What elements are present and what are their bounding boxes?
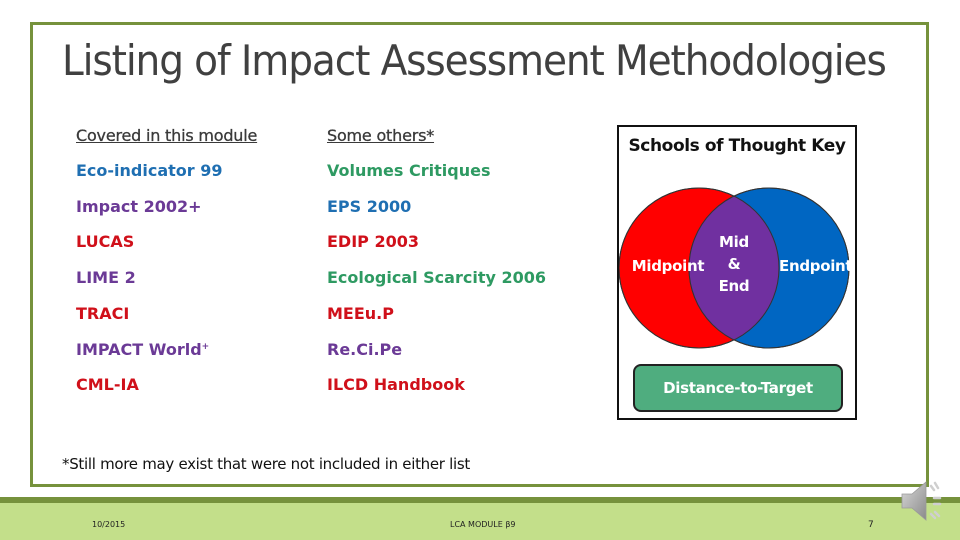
midpoint-label: Midpoint <box>631 257 705 275</box>
slide-title: Listing of Impact Assessment Methodologi… <box>62 36 887 85</box>
method-superscript: + <box>201 341 210 352</box>
overlap-line2: & <box>727 255 741 273</box>
method-item: Eco-indicator 99 <box>76 161 223 180</box>
method-item: MEEu.P <box>327 304 394 323</box>
method-label: EPS 2000 <box>327 196 412 216</box>
method-item: ILCD Handbook <box>327 375 465 394</box>
method-label: EDIP 2003 <box>327 232 419 252</box>
method-label: Impact 2002+ <box>76 196 202 216</box>
method-item: EPS 2000 <box>327 197 411 216</box>
method-item: Re.Ci.Pe <box>327 340 402 359</box>
method-item: Volumes Critiques <box>327 161 490 180</box>
distance-to-target-box: Distance-to-Target <box>633 364 843 412</box>
method-item: CML-IA <box>76 375 139 394</box>
endpoint-label: Endpoint <box>779 257 853 275</box>
method-item: EDIP 2003 <box>327 232 419 251</box>
method-label: Re.Ci.Pe <box>327 339 403 359</box>
method-item: LUCAS <box>76 232 134 251</box>
method-item: TRACI <box>76 304 129 323</box>
method-label: ILCD Handbook <box>327 375 465 395</box>
footer-band: 10/2015 LCA MODULE β9 7 <box>0 503 960 540</box>
method-label: MEEu.P <box>327 303 394 323</box>
overlap-label: Mid & End <box>714 231 754 297</box>
method-label: LUCAS <box>76 232 135 252</box>
speaker-icon[interactable] <box>898 476 950 528</box>
method-label: Ecological Scarcity 2006 <box>327 268 546 288</box>
method-label: Eco-indicator 99 <box>76 161 223 180</box>
method-label: LIME 2 <box>76 268 136 288</box>
page-number: 7 <box>868 520 874 530</box>
method-item: IMPACT World+ <box>76 340 209 359</box>
schools-of-thought-key: Schools of Thought Key Midpoint Mid & En… <box>617 125 857 420</box>
footnote: *Still more may exist that were not incl… <box>62 455 470 473</box>
others-header: Some others* <box>327 126 435 145</box>
footer-module: LCA MODULE β9 <box>450 520 516 529</box>
method-item: Impact 2002+ <box>76 197 202 216</box>
overlap-line1: Mid <box>719 233 749 251</box>
covered-header: Covered in this module <box>76 126 258 145</box>
footer-date: 10/2015 <box>92 520 126 529</box>
method-label: TRACI <box>76 303 130 323</box>
method-item: LIME 2 <box>76 268 136 287</box>
method-label: CML-IA <box>76 375 139 395</box>
method-item: Ecological Scarcity 2006 <box>327 268 546 287</box>
method-label: IMPACT World <box>76 339 202 359</box>
method-label: Volumes Critiques <box>327 161 491 180</box>
overlap-line3: End <box>718 277 750 295</box>
